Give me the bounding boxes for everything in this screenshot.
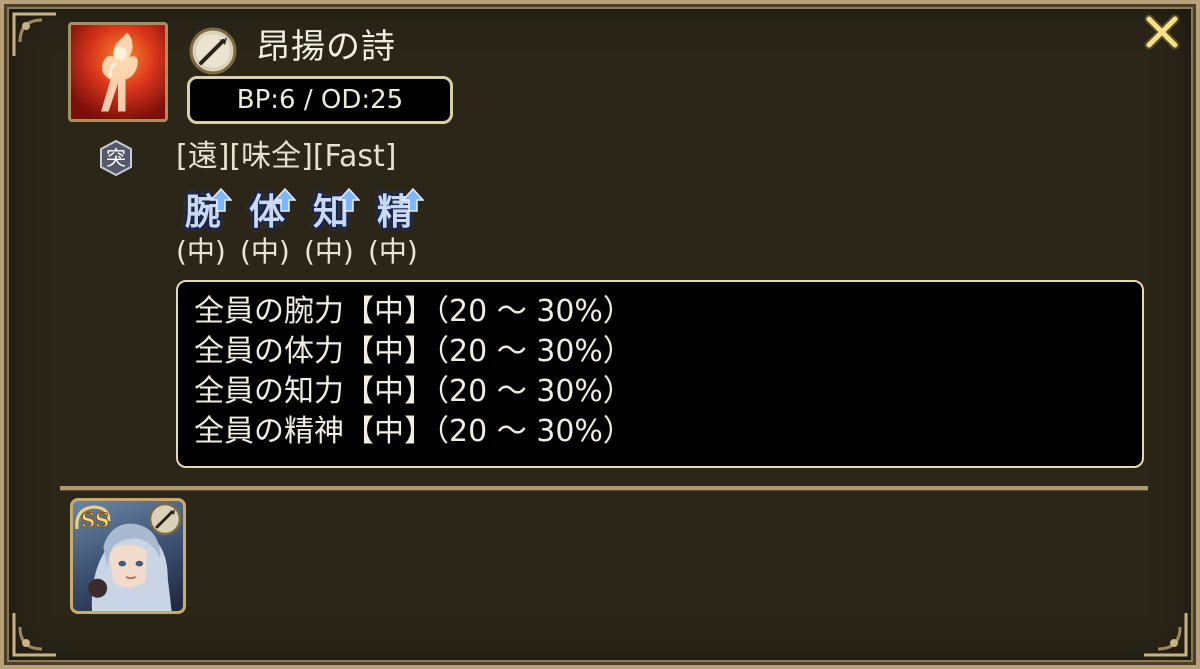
description-line: 全員の腕力【中】（20 〜 30%）: [194, 294, 633, 329]
skill-icon: [68, 22, 168, 122]
flame-figure-icon: [101, 32, 138, 112]
skill-cost-box: BP:6 / OD:25: [187, 76, 453, 124]
up-arrow-icon: [401, 187, 425, 212]
svg-text:SS: SS: [81, 508, 109, 532]
skill-tags: [遠][味全][Fast]: [176, 139, 397, 174]
up-arrow-icon: [209, 187, 233, 212]
skill-description-box: 全員の腕力【中】（20 〜 30%） 全員の体力【中】（20 〜 30%） 全員…: [176, 280, 1144, 468]
up-arrow-icon: [337, 187, 361, 212]
close-button[interactable]: [1142, 12, 1182, 52]
stat-buff-level: (中): [240, 235, 290, 268]
stat-buff-item: 腕 (中): [176, 187, 236, 278]
svg-text:突: 突: [106, 146, 126, 170]
close-x-icon: [1144, 14, 1180, 50]
corner-ornament-icon: [12, 611, 58, 657]
corner-ornament-icon: [12, 12, 58, 58]
stat-buff-level: (中): [368, 235, 418, 268]
spear-icon: [147, 501, 183, 537]
up-arrow-icon: [273, 187, 297, 212]
attack-type-badge: 突: [98, 139, 134, 177]
ss-rank-icon: SS: [73, 501, 113, 535]
corner-ornament-icon: [1142, 611, 1188, 657]
stat-buff-item: 体 (中): [240, 187, 300, 278]
stat-buff-level: (中): [304, 235, 354, 268]
stat-buff-item: 精 (中): [368, 187, 428, 278]
owner-character-card[interactable]: SS: [70, 498, 186, 614]
description-line: 全員の知力【中】（20 〜 30%）: [194, 374, 633, 409]
stat-buff-level: (中): [176, 235, 226, 268]
section-divider: [60, 486, 1148, 490]
description-line: 全員の体力【中】（20 〜 30%）: [194, 334, 633, 369]
stat-buff-item: 知 (中): [304, 187, 364, 278]
stat-buff-list: 腕 (中) 体 (中) 知 (中) 精 (中): [176, 187, 428, 278]
description-line: 全員の精神【中】（20 〜 30%）: [194, 414, 633, 449]
skill-detail-dialog: 突 昂揚の詩 BP:6 / OD:25 [遠][味全][Fast] 腕 (中) …: [0, 0, 1200, 669]
spear-icon: [188, 26, 238, 76]
skill-name: 昂揚の詩: [256, 27, 396, 67]
